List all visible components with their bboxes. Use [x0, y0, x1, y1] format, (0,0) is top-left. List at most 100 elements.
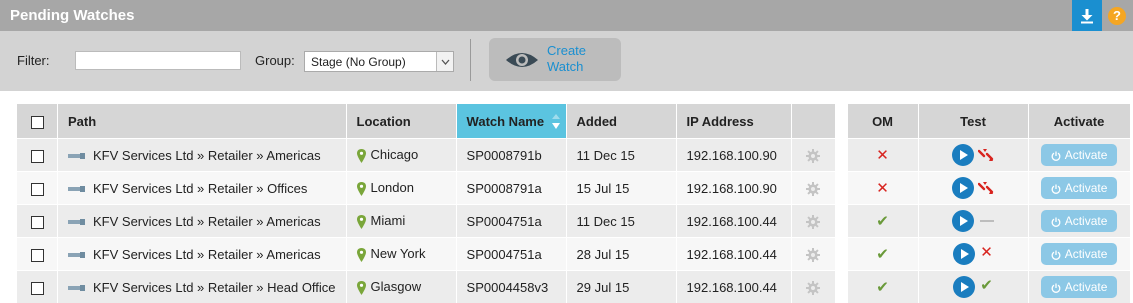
table-row[interactable]: KFV Services Ltd » Retailer » Americas Ne…	[17, 237, 1131, 270]
column-header-ip-address[interactable]: IP Address	[676, 104, 792, 138]
device-icon	[68, 153, 85, 160]
row-checkbox[interactable]	[30, 182, 44, 196]
column-header-activate[interactable]: Activate	[1028, 104, 1131, 138]
row-checkbox[interactable]	[30, 281, 44, 295]
gear-icon[interactable]	[806, 214, 821, 229]
path-text: KFV Services Ltd » Retailer » Americas	[93, 213, 321, 229]
activate-button[interactable]: Activate	[1041, 144, 1118, 166]
activate-cell: Activate	[1028, 171, 1131, 204]
added-cell: 29 Jul 15	[566, 270, 677, 303]
gear-icon[interactable]	[806, 280, 821, 295]
activate-cell: Activate	[1028, 237, 1131, 270]
path-text: KFV Services Ltd » Retailer » Americas	[93, 246, 321, 262]
help-button[interactable]: ?	[1108, 7, 1126, 25]
column-header-om[interactable]: OM	[847, 104, 919, 138]
row-checkbox-cell	[17, 237, 58, 270]
path-text: KFV Services Ltd » Retailer » Americas	[93, 147, 321, 163]
om-status-cell: ✔	[847, 204, 919, 237]
row-checkbox[interactable]	[30, 215, 44, 229]
column-header-path[interactable]: Path	[58, 104, 347, 138]
create-watch-label-line2: Watch	[547, 59, 584, 74]
settings-cell	[791, 171, 836, 204]
filter-input[interactable]	[75, 51, 241, 70]
path-cell: KFV Services Ltd » Retailer » Americas	[58, 204, 347, 237]
gear-icon[interactable]	[806, 148, 821, 163]
power-icon	[1051, 184, 1061, 194]
table-row[interactable]: KFV Services Ltd » Retailer » Americas Mi…	[17, 204, 1131, 237]
check-icon: ✔	[876, 213, 889, 230]
row-checkbox[interactable]	[30, 248, 44, 262]
row-checkbox-cell	[17, 204, 58, 237]
om-status-cell: ✔	[847, 237, 919, 270]
table-row[interactable]: KFV Services Ltd » Retailer » Offices Lon…	[17, 171, 1131, 204]
column-header-test[interactable]: Test	[918, 104, 1029, 138]
row-checkbox-cell	[17, 270, 58, 303]
filter-label: Filter:	[17, 53, 50, 68]
path-cell: KFV Services Ltd » Retailer » Offices	[58, 171, 347, 204]
power-icon	[1051, 151, 1061, 161]
create-watch-button[interactable]: Create Watch	[489, 38, 621, 81]
row-checkbox[interactable]	[30, 149, 44, 163]
table-header-row: Path Location Watch Name Added IP Addres…	[17, 104, 1131, 138]
download-icon	[1081, 8, 1093, 23]
group-select[interactable]: Stage (No Group)	[304, 51, 454, 72]
gear-icon[interactable]	[806, 181, 821, 196]
column-gap	[835, 237, 848, 270]
dash-icon	[980, 220, 995, 222]
location-text: Chicago	[370, 147, 419, 163]
column-gap	[835, 270, 848, 303]
activate-cell: Activate	[1028, 204, 1131, 237]
check-icon: ✔	[876, 279, 889, 296]
watch-name-cell: SP0004751a	[456, 204, 567, 237]
ip-address-cell: 192.168.100.90	[676, 138, 792, 171]
activate-button[interactable]: Activate	[1041, 177, 1118, 199]
test-cell: ✕	[918, 237, 1029, 270]
map-pin-icon	[356, 148, 366, 163]
test-cell: ✔	[918, 270, 1029, 303]
table-row[interactable]: KFV Services Ltd » Retailer » Head Offic…	[17, 270, 1131, 303]
map-pin-icon	[356, 247, 366, 262]
ip-address-cell: 192.168.100.44	[676, 204, 792, 237]
settings-cell	[791, 237, 836, 270]
row-checkbox-cell	[17, 171, 58, 204]
column-header-watch-name[interactable]: Watch Name	[456, 104, 567, 138]
play-icon[interactable]	[953, 243, 976, 265]
select-all-checkbox[interactable]	[30, 115, 44, 129]
activate-button-label: Activate	[1064, 148, 1108, 162]
activate-button[interactable]: Activate	[1041, 210, 1118, 232]
chevron-down-icon[interactable]	[436, 52, 453, 71]
broken-link-icon	[978, 149, 994, 161]
device-icon	[68, 219, 85, 226]
table-row[interactable]: KFV Services Ltd » Retailer » Americas Ch…	[17, 138, 1131, 171]
map-pin-icon	[356, 214, 366, 229]
location-text: Miami	[370, 213, 406, 229]
location-cell: New York	[346, 237, 457, 270]
ip-address-cell: 192.168.100.90	[676, 171, 792, 204]
column-header-watch-name-label: Watch Name	[466, 113, 545, 129]
filter-toolbar: Filter: Group: Stage (No Group) Create W…	[0, 31, 1133, 91]
activate-button[interactable]: Activate	[1041, 276, 1118, 298]
column-gap	[835, 204, 848, 237]
column-header-settings	[791, 104, 836, 138]
activate-button-label: Activate	[1064, 280, 1108, 294]
gear-icon[interactable]	[806, 247, 821, 262]
column-header-added[interactable]: Added	[566, 104, 677, 138]
play-icon[interactable]	[953, 276, 976, 298]
play-icon[interactable]	[952, 210, 975, 232]
activate-button-label: Activate	[1064, 247, 1108, 261]
ip-address-cell: 192.168.100.44	[676, 237, 792, 270]
broken-link-icon	[978, 182, 994, 194]
download-button[interactable]	[1072, 0, 1102, 31]
map-pin-icon	[356, 280, 366, 295]
device-icon	[68, 285, 85, 292]
select-all-header	[17, 104, 58, 138]
play-icon[interactable]	[952, 177, 975, 199]
play-icon[interactable]	[952, 144, 975, 166]
settings-cell	[791, 204, 836, 237]
fail-icon: ✕	[876, 180, 889, 197]
ip-address-cell: 192.168.100.44	[676, 270, 792, 303]
column-header-location[interactable]: Location	[346, 104, 457, 138]
activate-button[interactable]: Activate	[1041, 243, 1118, 265]
path-cell: KFV Services Ltd » Retailer » Head Offic…	[58, 270, 347, 303]
fail-icon: ✕	[980, 244, 993, 262]
